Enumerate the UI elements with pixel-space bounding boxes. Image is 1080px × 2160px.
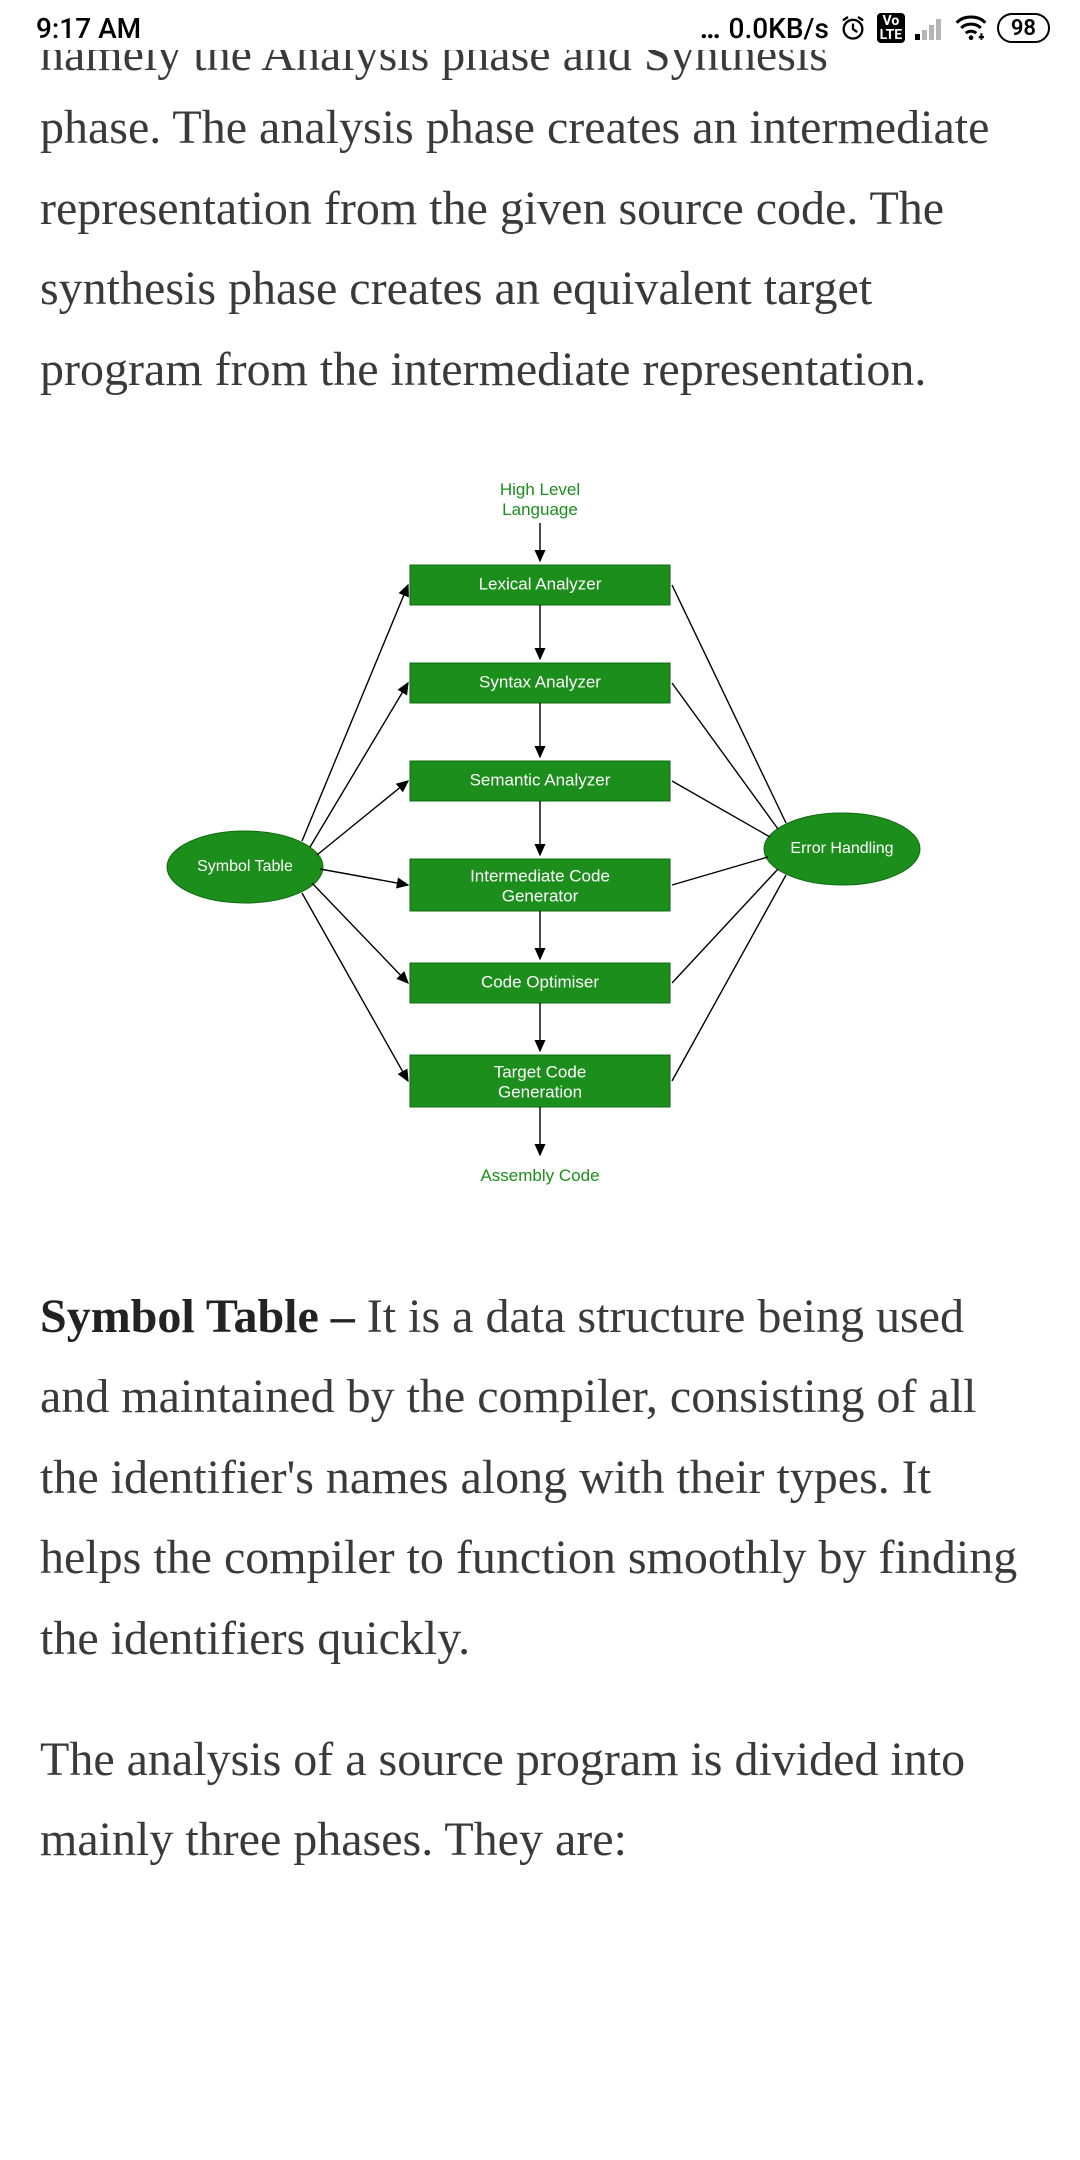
- phase-syntax: Syntax Analyzer: [410, 663, 670, 703]
- status-time: 9:17 AM: [36, 12, 141, 45]
- status-bar: 9:17 AM … 0.0KB/s VoLTE 98: [0, 0, 1080, 56]
- wifi-icon: [955, 15, 987, 41]
- volte-icon: VoLTE: [877, 13, 905, 43]
- paragraph-1: phase. The analysis phase creates an int…: [40, 88, 1040, 411]
- svg-text:Semantic Analyzer: Semantic Analyzer: [470, 770, 611, 789]
- svg-text:Symbol Table: Symbol Table: [197, 858, 293, 875]
- bottom-label: Assembly Code: [480, 1166, 599, 1185]
- svg-text:Error Handling: Error Handling: [790, 840, 893, 857]
- cutoff-line: namely the Analysis phase and Synthesis: [40, 50, 1040, 86]
- phase-semantic: Semantic Analyzer: [410, 761, 670, 801]
- signal-icon: [915, 16, 945, 40]
- compiler-phases-diagram: High Level Language Lexical Analyzer Syn…: [40, 451, 1040, 1277]
- paragraph-3: The analysis of a source program is divi…: [40, 1720, 1040, 1881]
- diagram-svg: High Level Language Lexical Analyzer Syn…: [150, 477, 930, 1217]
- article-content: namely the Analysis phase and Synthesis …: [0, 56, 1080, 1881]
- phase-lexical: Lexical Analyzer: [410, 565, 670, 605]
- alarm-icon: [839, 14, 867, 42]
- phase-optimiser: Code Optimiser: [410, 963, 670, 1003]
- paragraph-2: Symbol Table – It is a data structure be…: [40, 1277, 1040, 1680]
- error-handling-node: Error Handling: [764, 813, 920, 885]
- svg-text:Target Code: Target Code: [494, 1062, 587, 1081]
- p2-body: It is a data structure being used and ma…: [40, 1290, 1017, 1666]
- top-label-1: High Level: [500, 480, 580, 499]
- phase-intermediate-code: Intermediate Code Generator: [410, 859, 670, 911]
- svg-text:Syntax Analyzer: Syntax Analyzer: [479, 672, 601, 691]
- svg-text:Lexical Analyzer: Lexical Analyzer: [479, 574, 602, 593]
- phase-target-code: Target Code Generation: [410, 1055, 670, 1107]
- svg-text:Generator: Generator: [502, 886, 579, 905]
- p2-lead: Symbol Table –: [40, 1290, 367, 1343]
- svg-text:Code Optimiser: Code Optimiser: [481, 972, 599, 991]
- battery-indicator: 98: [997, 13, 1050, 43]
- net-speed: 0.0KB/s: [729, 12, 829, 45]
- symbol-table-node: Symbol Table: [167, 831, 323, 903]
- top-label-2: Language: [502, 500, 578, 519]
- svg-text:Generation: Generation: [498, 1082, 582, 1101]
- dots-icon: …: [700, 12, 719, 45]
- svg-text:Intermediate Code: Intermediate Code: [470, 866, 610, 885]
